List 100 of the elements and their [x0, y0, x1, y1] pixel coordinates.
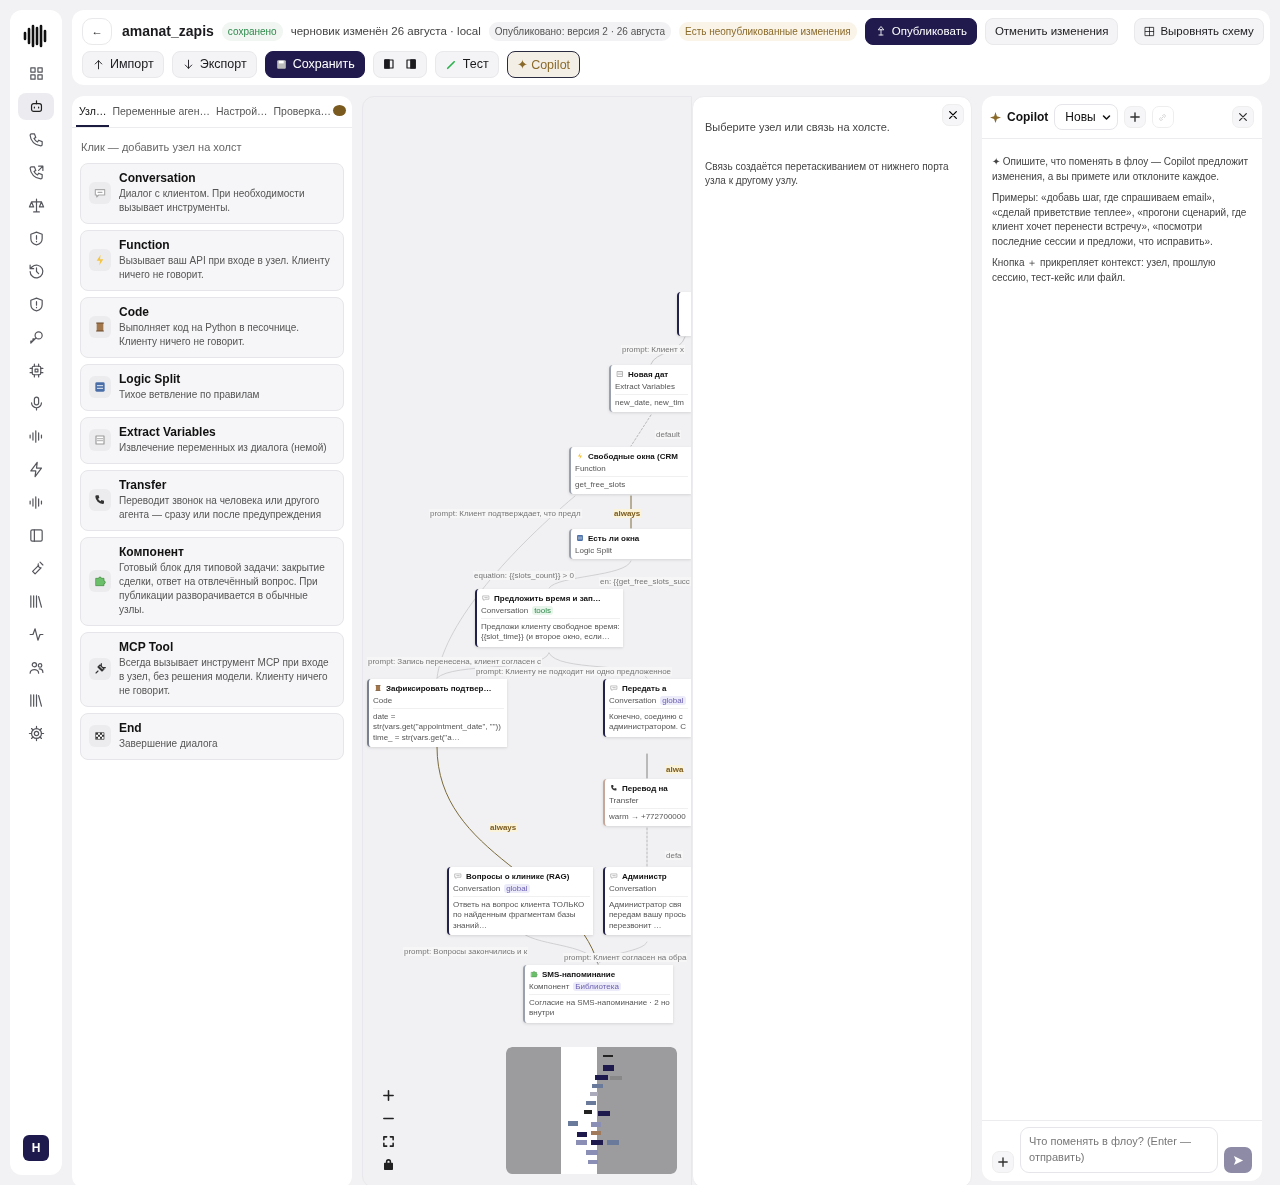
panel-right-icon[interactable]	[405, 59, 416, 69]
node-type-title: Компонент	[119, 545, 185, 559]
panel-tab[interactable]: Переменные аген…	[109, 96, 213, 127]
node-type-description: Диалог с клиентом. При необходимости вызывает инструменты.	[119, 187, 306, 215]
discard-button[interactable]: Отменить изменения	[984, 17, 1119, 45]
node-body: Конечно, соединю с администратором. С	[609, 708, 688, 733]
plus-icon	[998, 1157, 1008, 1167]
edge-label[interactable]: always	[489, 823, 518, 832]
pulse-icon	[27, 626, 45, 643]
panel-title: Copilot	[1007, 110, 1049, 124]
node-body: Администратор свя передам вашу прось перезвонит …	[609, 896, 688, 932]
chip-icon	[27, 362, 45, 379]
node-type-card[interactable]: End Завершение диалога	[80, 713, 344, 760]
import-button[interactable]: Импорт	[82, 50, 164, 78]
export-button[interactable]: Экспорт	[171, 50, 257, 78]
list-card-icon	[92, 432, 108, 448]
node-tag: Библиотека	[573, 982, 621, 991]
node-type-description: Тихое ветвление по правилам	[119, 388, 260, 402]
edge-label[interactable]: en: {{get_free_slots_succ	[599, 577, 691, 586]
panel-tab[interactable]: Узл…	[76, 96, 110, 127]
speech-bubble-icon	[481, 593, 491, 603]
nav-button[interactable]	[18, 93, 54, 120]
send-icon	[1232, 1154, 1244, 1166]
node-title: Новая дат	[628, 369, 669, 379]
edge-label[interactable]: prompt: Запись перенесена, клиент согласен с	[367, 657, 543, 666]
node-type-card[interactable]: Компонент Готовый блок для типовой задачи: закрытие сделки, ответ на отвлечённый вопрос. При публикации разворачивается в обычные узлы.	[80, 537, 344, 626]
shield-icon	[27, 296, 45, 313]
node-type: Extract Variables	[615, 382, 675, 391]
node-body: get_free_slots	[575, 476, 688, 491]
node-type-card[interactable]: Transfer Переводит звонок на человека или другого агента — сразу или после предупреждения	[80, 470, 344, 531]
copilot-button[interactable]: ✦ Copilot	[506, 50, 581, 78]
edge-label[interactable]: prompt: Клиент х	[621, 345, 685, 354]
palette-hint: Клик — добавить узел на холст	[80, 140, 243, 155]
node-type-card[interactable]: Extract Variables Извлечение переменных из диалога (немой)	[80, 417, 344, 464]
node-card[interactable]: Перевод на Transfer warm → +772700000	[603, 779, 691, 827]
edge-label[interactable]: always	[613, 509, 642, 518]
message-input-field[interactable]: Что поменять в флоу? (Enter — отправить)	[1020, 1127, 1218, 1173]
node-card[interactable]: Свободные окна (CRM Function get_free_slots	[569, 447, 691, 495]
list-card-icon	[615, 369, 625, 379]
panel-toggle-group[interactable]	[372, 50, 427, 78]
close-button[interactable]	[1232, 106, 1254, 128]
node-card[interactable]: Есть ли окна Logic Split	[569, 529, 691, 559]
saved-badge: сохранено	[221, 21, 283, 41]
node-title: Есть ли окна	[588, 533, 640, 543]
node-card[interactable]: Администр Conversation Администратор свя передам вашу прось перезвонит …	[603, 867, 691, 936]
test-button[interactable]: Тест	[434, 50, 499, 78]
lock-icon[interactable]	[381, 1157, 395, 1171]
node-card[interactable]: Зафиксировать подтвер… Code date = str(vars.get("appointment_date", "")) time_ = str(vars.get("a…	[367, 679, 507, 748]
close-icon	[948, 110, 958, 120]
attach-button[interactable]	[992, 1151, 1014, 1173]
close-button[interactable]	[942, 104, 964, 126]
mode-select[interactable]: Новы	[1054, 104, 1118, 130]
upload-arrow-icon	[92, 57, 105, 71]
panel-tab[interactable]: Настрой…	[213, 96, 271, 127]
node-type-card[interactable]: MCP Tool Всегда вызывает инструмент MCP при входе в узел, без решения модели. Клиенту ничего не говорит.	[80, 632, 344, 707]
edge-label[interactable]: defa	[665, 851, 683, 860]
node-title: SMS-напоминание	[542, 969, 616, 979]
save-button[interactable]: Сохранить	[264, 50, 365, 78]
send-button[interactable]	[1224, 1147, 1252, 1173]
panel-left-icon[interactable]	[383, 59, 394, 69]
node-card[interactable]: Передать а Conversation global Конечно, соединю с администратором. С	[603, 679, 691, 737]
edge-label[interactable]: prompt: Вопросы закончились и к	[403, 947, 529, 956]
split-icon	[92, 379, 108, 395]
fit-view-icon[interactable]	[381, 1134, 395, 1148]
edge-label[interactable]: default	[655, 430, 682, 439]
edge-label[interactable]: prompt: Клиент согласен на обра	[563, 953, 688, 962]
node-type-card[interactable]: Code Выполняет код на Python в песочнице. Клиенту ничего не говорит.	[80, 297, 344, 358]
node-type-title: Code	[119, 305, 150, 319]
node-type-title: Function	[119, 238, 171, 252]
node-type-description: Выполняет код на Python в песочнице. Клиенту ничего не говорит.	[119, 321, 300, 349]
node-type-title: MCP Tool	[119, 640, 175, 654]
back-button[interactable]: ←	[82, 17, 112, 45]
node-type-card[interactable]: Logic Split Тихое ветвление по правилам	[80, 364, 344, 411]
node-type-card[interactable]: Conversation Диалог с клиентом. При необходимости вызывает инструменты.	[80, 163, 344, 224]
user-avatar[interactable]: H	[23, 1135, 49, 1161]
copilot-message: Примеры: «добавь шаг, где спрашиваем email», «сделай приветствие теплее», «прогони сценарий, где клиент хочет перенести встречу», «посмотри последние сессии и предложи, что исправить».	[992, 191, 1248, 249]
node-type: Function	[575, 464, 606, 473]
publish-button[interactable]: Опубликовать	[864, 17, 977, 45]
node-type: Conversation	[609, 696, 657, 705]
node-card[interactable]: Новая дат Extract Variables new_date, new_tim	[609, 365, 691, 413]
edge-label[interactable]: prompt: Клиенту не подходит ни одно предложенное	[475, 667, 673, 676]
phone-icon	[27, 131, 45, 148]
zoom-in-icon[interactable]	[381, 1088, 395, 1102]
node-card[interactable]	[677, 292, 691, 336]
layout-button[interactable]: Выровнять схему	[1134, 17, 1264, 45]
edge-label[interactable]: prompt: Клиент подтверждает, что предл	[429, 509, 582, 518]
minimap-drawing[interactable]	[506, 1047, 677, 1174]
chevron-down-icon	[1101, 112, 1111, 122]
edge-label[interactable]: alwa	[665, 765, 685, 774]
edge-label[interactable]: equation: {{slots_count}} > 0	[473, 571, 575, 580]
node-card[interactable]: Вопросы о клинике (RAG) Conversation global Ответь на вопрос клиента ТОЛЬКО по найденным фрагментам базы знаний…	[447, 867, 593, 936]
puzzle-icon	[529, 969, 539, 979]
draft-info: черновик изменён 26 августа · local	[290, 25, 481, 37]
logo-icon[interactable]	[23, 24, 49, 48]
waveform-icon	[27, 428, 45, 445]
node-card[interactable]: Предложить время и зап… Conversation tools Предложи клиенту свободное время: {{slot_time}} (и второе окно, если…	[475, 589, 623, 647]
add-button[interactable]	[1123, 106, 1146, 128]
panel-tab[interactable]: Проверка…	[270, 96, 350, 127]
node-type-card[interactable]: Function Вызывает ваш API при входе в узел. Клиенту ничего не говорит.	[80, 230, 344, 291]
node-card[interactable]: SMS-напоминание Компонент Библиотека Согласие на SMS-напоминание · 2 но внутри	[523, 965, 673, 1023]
